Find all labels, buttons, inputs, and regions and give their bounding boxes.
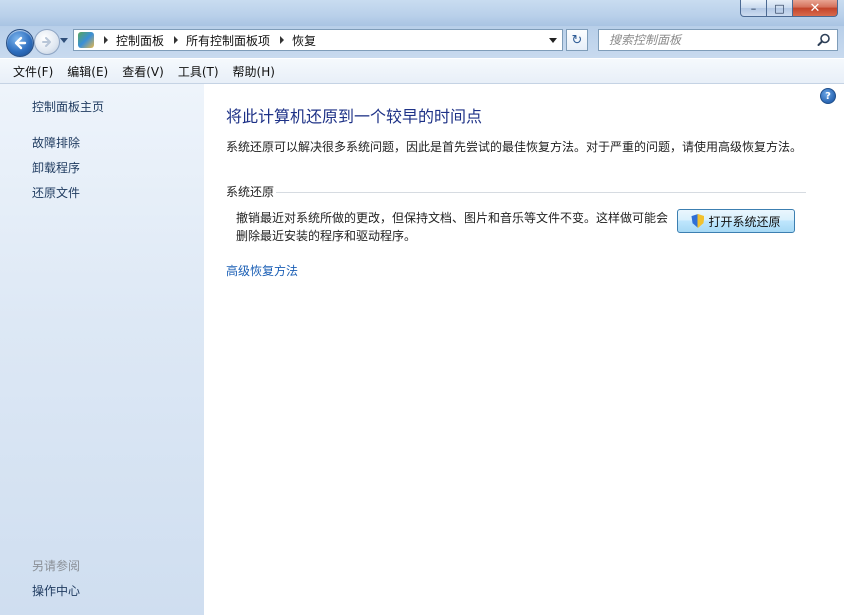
- menu-bar: 文件(F) 编辑(E) 查看(V) 工具(T) 帮助(H): [0, 59, 844, 84]
- search-icon[interactable]: [817, 33, 831, 47]
- menu-tools[interactable]: 工具(T): [171, 61, 226, 82]
- breadcrumb-all-items[interactable]: 所有控制面板项: [186, 32, 270, 49]
- search-input[interactable]: [607, 32, 811, 48]
- forward-arrow-icon: [42, 37, 51, 47]
- back-arrow-icon: [14, 36, 27, 50]
- back-button[interactable]: [6, 29, 34, 57]
- maximize-button[interactable]: □: [767, 0, 793, 17]
- menu-view[interactable]: 查看(V): [115, 61, 171, 82]
- advanced-recovery-link[interactable]: 高级恢复方法: [226, 262, 298, 279]
- recent-pages-dropdown[interactable]: [60, 38, 68, 43]
- forward-button[interactable]: [34, 29, 60, 55]
- address-dropdown-icon[interactable]: [549, 38, 557, 43]
- close-button[interactable]: ✕: [793, 0, 838, 17]
- minimize-button[interactable]: –: [740, 0, 767, 17]
- sidebar-link-troubleshooting[interactable]: 故障排除: [32, 134, 80, 151]
- see-also-label: 另请参阅: [32, 559, 81, 573]
- breadcrumb-recovery[interactable]: 恢复: [292, 32, 316, 49]
- intro-text: 系统还原可以解决很多系统问题，因此是首先尝试的最佳恢复方法。对于严重的问题，请使…: [226, 140, 803, 154]
- title-bar: – □ ✕: [0, 0, 844, 26]
- chevron-right-icon[interactable]: [280, 36, 285, 44]
- sidebar-link-uninstall[interactable]: 卸载程序: [32, 159, 80, 176]
- control-panel-window: – □ ✕ 控制面板 所有控制面板项 恢复 ↻ 搜索控制面板 文件(F) 编辑(…: [0, 0, 844, 615]
- open-system-restore-button[interactable]: 打开系统还原: [677, 209, 795, 233]
- chevron-right-icon[interactable]: [104, 36, 108, 44]
- menu-file[interactable]: 文件(F): [6, 61, 60, 82]
- breadcrumb-control-panel[interactable]: 控制面板: [116, 32, 164, 49]
- address-bar[interactable]: 控制面板 所有控制面板项 恢复: [73, 29, 563, 51]
- sidebar-link-restore-files[interactable]: 还原文件: [32, 184, 80, 201]
- menu-help[interactable]: 帮助(H): [226, 61, 282, 82]
- system-restore-group-title: 系统还原: [226, 185, 275, 199]
- refresh-icon: ↻: [571, 32, 583, 48]
- page-title: 将此计算机还原到一个较早的时间点: [226, 107, 483, 126]
- refresh-button[interactable]: ↻: [566, 29, 588, 51]
- help-icon[interactable]: ?: [820, 88, 836, 104]
- main-content: ? 将此计算机还原到一个较早的时间点 系统还原可以解决很多系统问题，因此是首先尝…: [204, 84, 844, 615]
- sidebar-link-action-center[interactable]: 操作中心: [32, 582, 80, 599]
- menu-edit[interactable]: 编辑(E): [60, 61, 115, 82]
- system-restore-description: 撤销最近对系统所做的更改，但保持文档、图片和音乐等文件不变。这样做可能会删除最近…: [236, 211, 669, 243]
- group-divider: [276, 192, 806, 193]
- sidebar: 控制面板主页 故障排除 卸载程序 还原文件 另请参阅 操作中心: [0, 84, 204, 615]
- chevron-right-icon[interactable]: [174, 36, 179, 44]
- caption-buttons: – □ ✕: [740, 0, 838, 18]
- uac-shield-icon: [691, 214, 705, 228]
- search-box[interactable]: [598, 29, 838, 51]
- sidebar-link-control-panel-home[interactable]: 控制面板主页: [32, 98, 104, 115]
- control-panel-icon: [78, 32, 94, 48]
- open-system-restore-label: 打开系统还原: [708, 214, 781, 229]
